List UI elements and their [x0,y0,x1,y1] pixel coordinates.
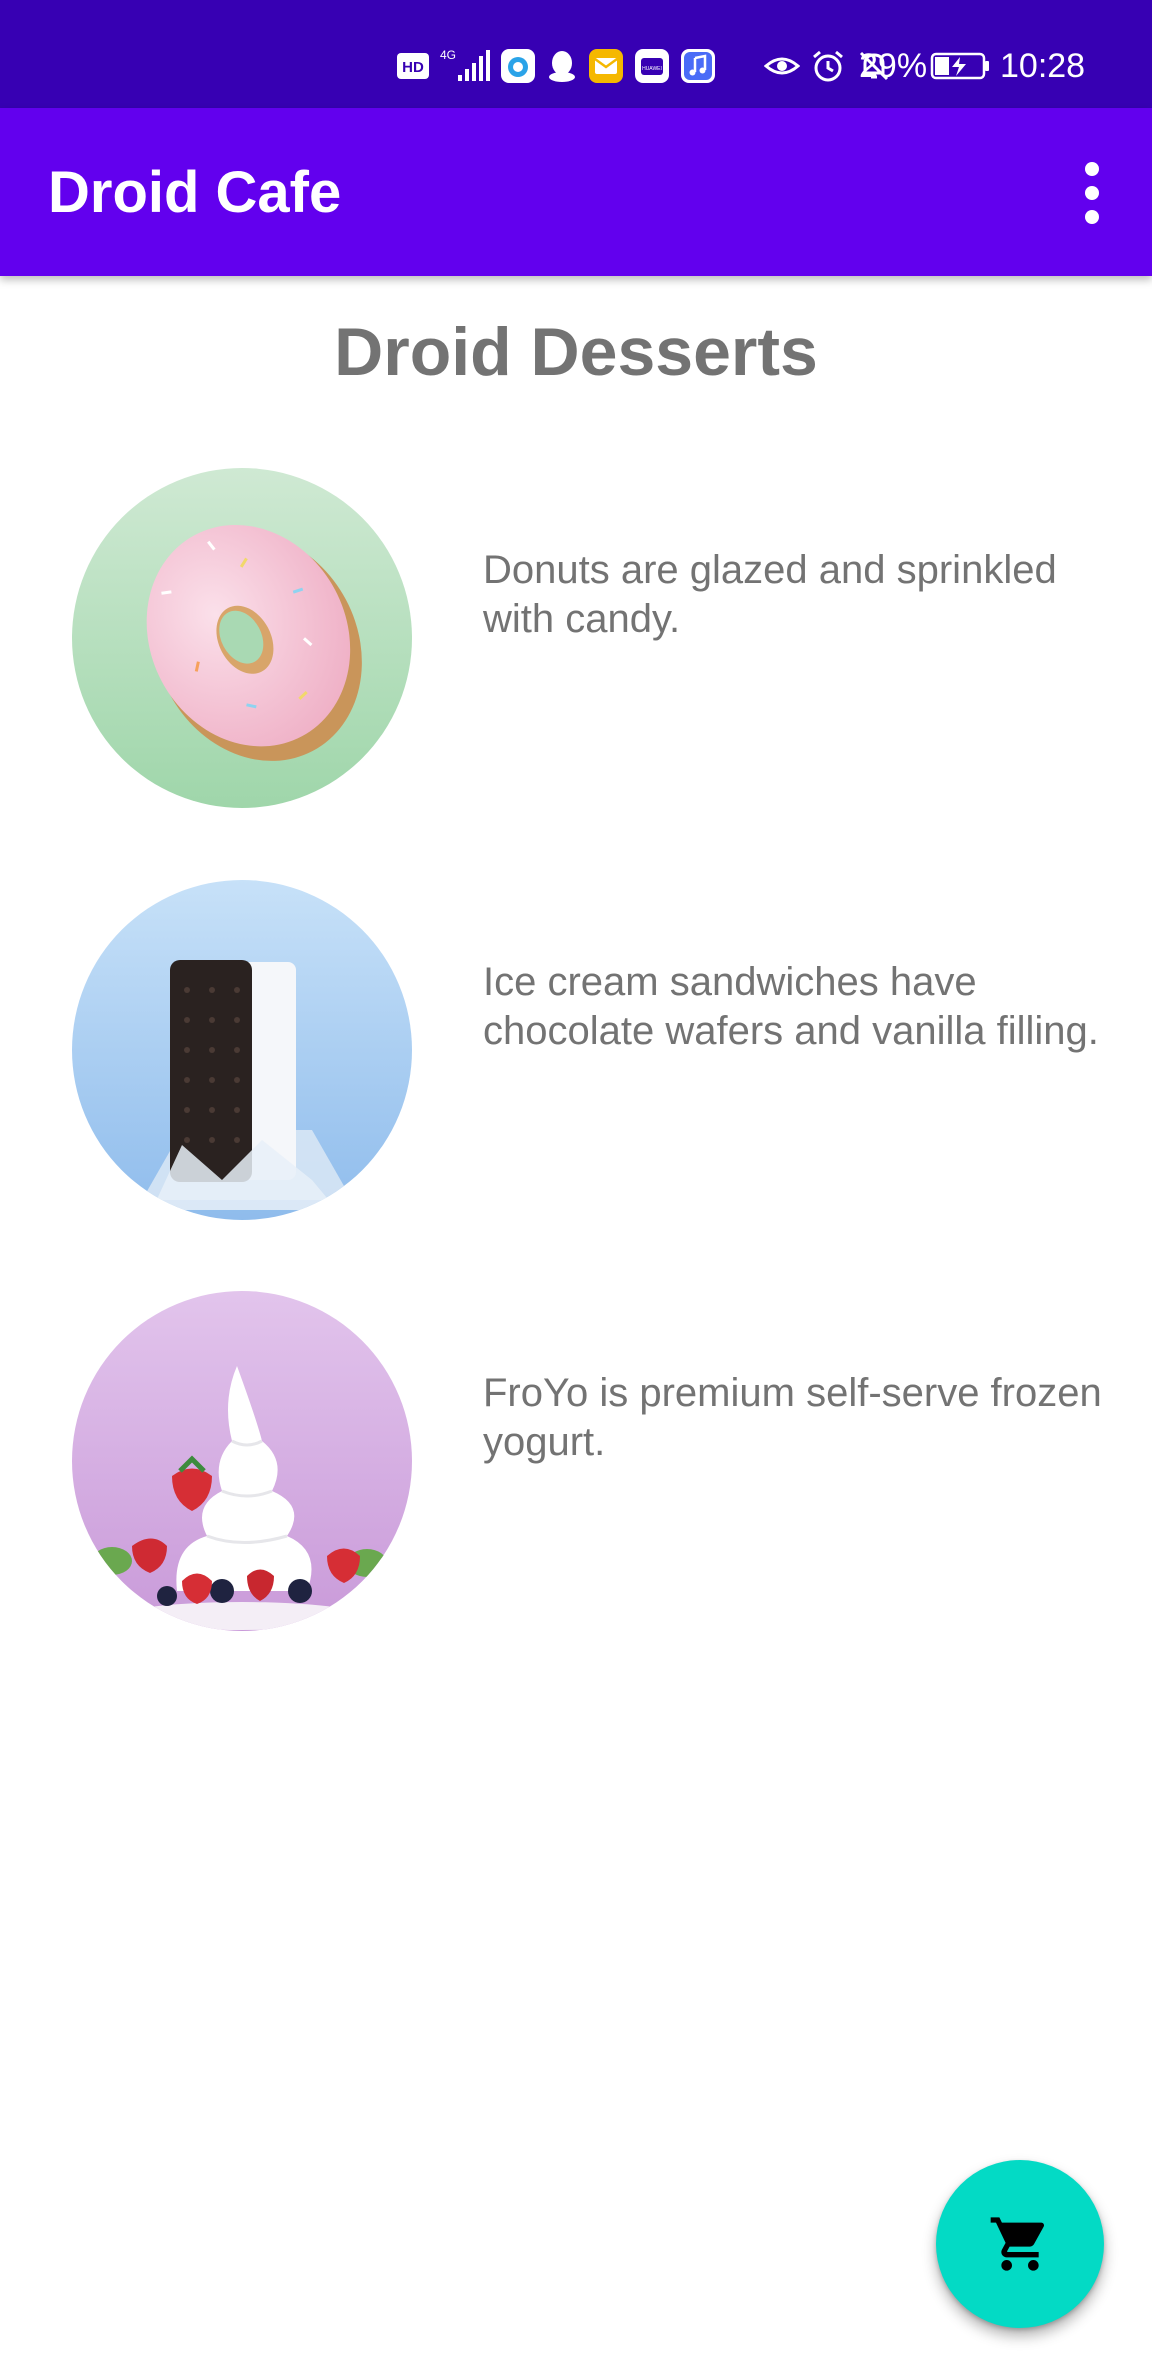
qq-icon [549,51,575,82]
dessert-item-froyo: FroYo is premium self-serve frozen yogur… [0,1291,1152,1631]
alarm-icon [813,50,843,82]
page-title: Droid Desserts [334,314,818,390]
clock: 10:28 [1000,47,1086,85]
more-vert-icon[interactable] [1056,148,1128,238]
signal-icon: 4G [440,48,490,81]
shopping-cart-icon [990,2217,1045,2271]
froyo-image[interactable] [72,1291,412,1631]
donut-description: Donuts are glazed and sprinkled with can… [483,548,1057,641]
ice-cream-sandwich-image[interactable] [72,880,412,1220]
dessert-item-donut: Donuts are glazed and sprinkled with can… [0,468,1152,808]
hd-icon: HD [397,53,429,79]
eye-icon [764,57,800,75]
music-icon [681,49,715,83]
huawei-store-icon: HUAWEI [635,49,669,83]
browser-icon [501,49,535,83]
battery-percent: 29% [859,47,928,85]
donut-image[interactable] [72,468,412,808]
shopping-cart-button[interactable] [936,2160,1104,2328]
froyo-description: FroYo is premium self-serve frozen yogur… [483,1371,1102,1464]
status-icons: HD 4G HUAWEI [396,46,902,86]
screen: HD 4G HUAWEI 29% 10:28 Droid Cafe Droid … [0,0,1152,2376]
svg-text:4G: 4G [440,48,456,62]
dessert-item-ice-cream-sandwich: Ice cream sandwiches have chocolate wafe… [0,880,1152,1220]
email-icon [589,49,623,83]
svg-text:HUAWEI: HUAWEI [642,66,662,72]
app-title: Droid Cafe [48,160,342,225]
battery-charging-icon [930,52,989,80]
status-bar: HD 4G HUAWEI 29% 10:28 [0,0,1152,108]
ice-cream-sandwich-description: Ice cream sandwiches have chocolate wafe… [483,960,1099,1053]
svg-text:HD: HD [402,59,424,76]
app-bar: Droid Cafe [0,108,1152,276]
